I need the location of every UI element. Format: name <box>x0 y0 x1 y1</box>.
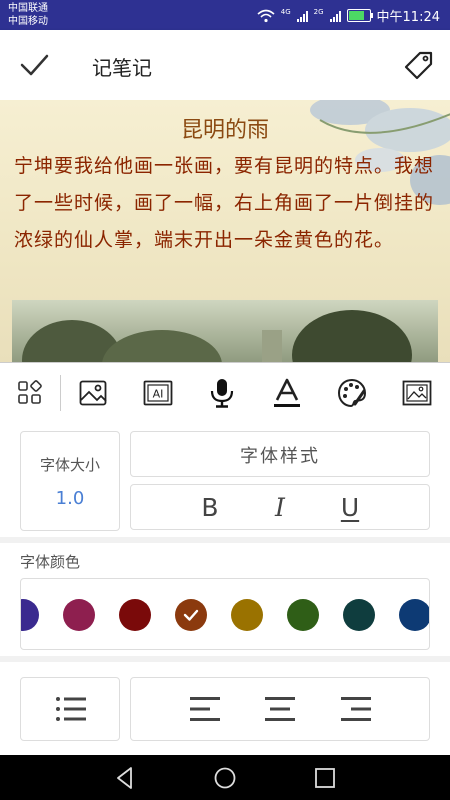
title-bar: 记笔记 <box>0 30 450 100</box>
font-color-label: 字体颜色 <box>20 553 81 571</box>
alignment-card <box>130 677 430 741</box>
signal-icon <box>329 10 341 22</box>
apps-button[interactable] <box>12 375 48 411</box>
font-style-label: 字体样式 <box>240 446 320 467</box>
align-right-icon[interactable] <box>335 692 375 726</box>
color-swatch[interactable] <box>287 599 319 631</box>
voice-input-button[interactable] <box>204 375 240 411</box>
status-bar: 中国联通 中国移动 4G 2G 中午11:24 <box>0 0 450 30</box>
note-title: 昆明的雨 <box>180 118 269 143</box>
check-icon <box>183 609 199 621</box>
insert-picture-button[interactable] <box>399 375 435 411</box>
color-swatch[interactable] <box>343 599 375 631</box>
ai-button[interactable]: AI <box>140 375 176 411</box>
color-swatch[interactable] <box>175 599 207 631</box>
carrier-2: 中国移动 <box>8 16 48 27</box>
svg-text:AI: AI <box>153 388 164 401</box>
apps-icon <box>18 380 42 404</box>
back-icon[interactable] <box>112 765 138 791</box>
color-swatch[interactable] <box>231 599 263 631</box>
color-swatch[interactable] <box>119 599 151 631</box>
align-center-icon[interactable] <box>260 692 300 726</box>
status-icons: 4G 2G 中午11:24 <box>257 6 440 25</box>
font-size-value[interactable]: 1.0 <box>21 488 119 509</box>
ai-icon: AI <box>143 380 173 406</box>
recents-icon[interactable] <box>312 765 338 791</box>
font-size-card[interactable]: 字体大小 1.0 <box>20 431 120 531</box>
status-time: 中午11:24 <box>376 10 440 25</box>
font-size-label: 字体大小 <box>39 456 100 474</box>
note-photo <box>12 300 438 362</box>
wifi-icon <box>257 9 275 22</box>
text-format-card: B I U <box>130 484 430 530</box>
navigation-bar <box>0 755 450 800</box>
microphone-icon <box>210 379 234 408</box>
text-format-button[interactable] <box>269 375 305 411</box>
battery-level <box>348 11 364 20</box>
color-swatch[interactable] <box>21 599 39 631</box>
palette-icon <box>337 378 367 408</box>
list-card <box>20 677 120 741</box>
carrier-1: 中国联通 <box>8 3 48 14</box>
align-left-icon[interactable] <box>186 692 226 726</box>
bullet-list-icon[interactable] <box>54 692 88 726</box>
check-icon <box>20 54 49 76</box>
picture-frame-icon <box>402 380 432 406</box>
font-style-button[interactable]: 字体样式 <box>130 431 430 477</box>
signal-icon <box>296 10 308 22</box>
color-swatch[interactable] <box>63 599 95 631</box>
font-color-picker <box>20 578 430 650</box>
network-type-1: 4G <box>280 7 291 16</box>
tag-icon <box>404 51 433 80</box>
tag-button[interactable] <box>398 48 438 82</box>
color-swatch[interactable] <box>399 599 429 631</box>
divider <box>0 537 450 543</box>
network-type-2: 2G <box>313 7 324 16</box>
editor-toolbar: AI <box>0 362 450 424</box>
note-body: 宁坤要我给他画一张画，要有昆明的特点。我想了一些时候，画了一幅，右上角画了一片倒… <box>14 155 435 251</box>
text-format-icon <box>274 378 300 407</box>
bold-button[interactable]: B <box>190 491 230 523</box>
carrier-info: 中国联通 中国移动 <box>8 2 48 28</box>
home-icon[interactable] <box>212 765 238 791</box>
confirm-button[interactable] <box>14 48 54 82</box>
palette-button[interactable] <box>334 375 370 411</box>
format-panel: 字体大小 1.0 字体样式 B I U 字体颜色 <box>0 423 450 755</box>
italic-button[interactable]: I <box>260 491 300 523</box>
toolbar-divider <box>60 375 61 411</box>
divider <box>0 656 450 662</box>
underline-button[interactable]: U <box>330 491 370 523</box>
battery-icon <box>346 9 373 22</box>
page-title: 记笔记 <box>92 56 152 80</box>
image-icon <box>79 380 107 406</box>
note-content[interactable]: 昆明的雨 宁坤要我给他画一张画，要有昆明的特点。我想了一些时候，画了一幅，右上角… <box>0 100 450 362</box>
insert-image-button[interactable] <box>75 375 111 411</box>
